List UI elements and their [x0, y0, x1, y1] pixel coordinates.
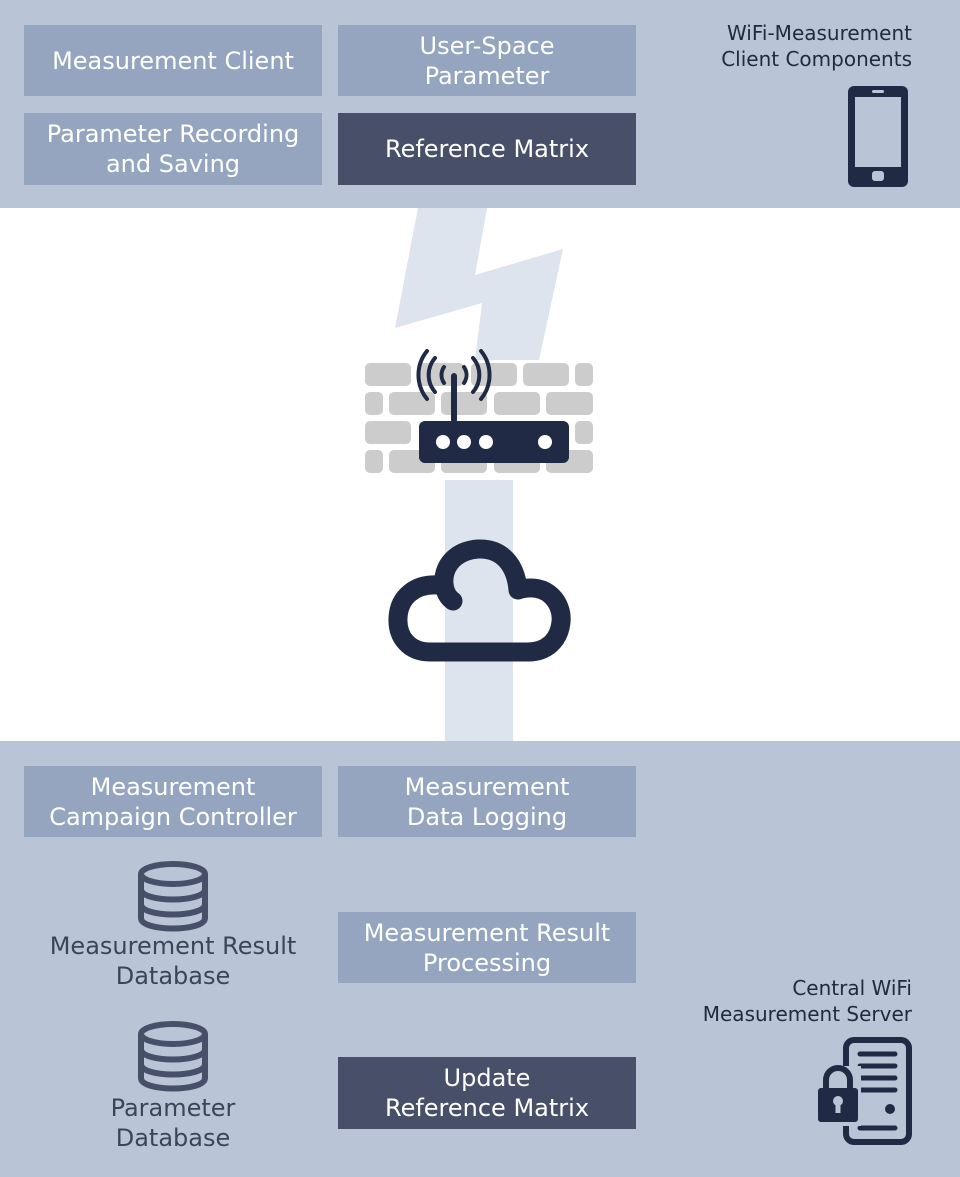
campaign-controller-box: Measurement Campaign Controller	[24, 766, 322, 837]
result-processing-box: Measurement Result Processing	[338, 912, 636, 983]
database-icon	[138, 861, 208, 932]
data-logging-box: Measurement Data Logging	[338, 766, 636, 837]
result-database-label: Measurement Result Database	[49, 932, 297, 990]
central-server-label: Central WiFi Measurement Server	[702, 976, 912, 1026]
update-reference-matrix-box: Update Reference Matrix	[338, 1057, 636, 1129]
parameter-database-label: Parameter Database	[110, 1094, 236, 1152]
connector-bar	[445, 480, 513, 742]
lightning-icon	[395, 208, 563, 360]
secure-server-icon	[815, 1037, 912, 1145]
database-icon	[138, 1021, 208, 1092]
network-graphic	[365, 208, 593, 742]
